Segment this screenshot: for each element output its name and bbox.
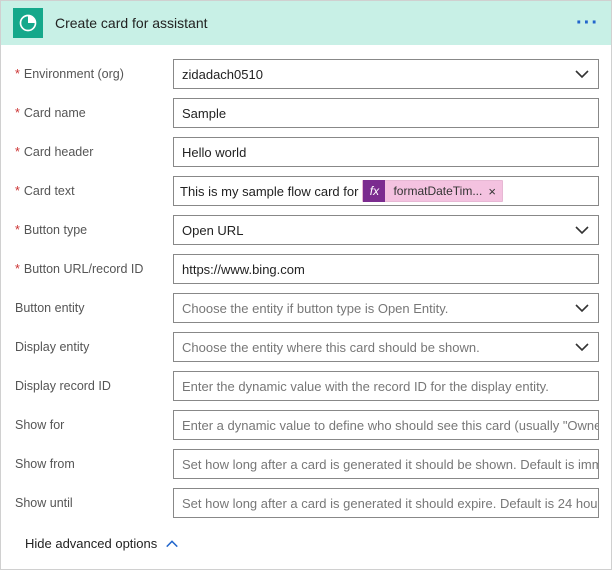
environment-select[interactable]: zidadach0510: [173, 59, 599, 89]
show-from-input[interactable]: Set how long after a card is generated i…: [173, 449, 599, 479]
advanced-options-row: Hide advanced options: [13, 536, 599, 551]
row-card-name: * Card name Sample: [13, 98, 599, 128]
show-until-input[interactable]: Set how long after a card is generated i…: [173, 488, 599, 518]
chevron-down-icon: [574, 66, 590, 82]
chevron-down-icon: [574, 300, 590, 316]
chevron-down-icon: [574, 222, 590, 238]
required-mark: *: [15, 67, 20, 81]
required-mark: *: [15, 145, 20, 159]
row-display-entity: Display entity Choose the entity where t…: [13, 332, 599, 362]
chevron-down-icon: [574, 339, 590, 355]
card-menu-button[interactable]: ···: [576, 19, 599, 27]
row-environment: * Environment (org) zidadach0510: [13, 59, 599, 89]
label-show-until: Show until: [13, 496, 173, 510]
connector-icon: [13, 8, 43, 38]
card-name-input[interactable]: Sample: [173, 98, 599, 128]
card-title: Create card for assistant: [55, 15, 576, 31]
row-card-text: * Card text This is my sample flow card …: [13, 176, 599, 206]
button-entity-select[interactable]: Choose the entity if button type is Open…: [173, 293, 599, 323]
hide-advanced-options-link[interactable]: Hide advanced options: [25, 536, 179, 551]
fx-icon: fx: [363, 180, 385, 202]
card-body: * Environment (org) zidadach0510 * Card …: [1, 45, 611, 569]
card-header-input[interactable]: Hello world: [173, 137, 599, 167]
token-remove-button[interactable]: ×: [488, 184, 496, 199]
label-show-from: Show from: [13, 457, 173, 471]
button-url-input[interactable]: https://www.bing.com: [173, 254, 599, 284]
row-button-type: * Button type Open URL: [13, 215, 599, 245]
row-show-until: Show until Set how long after a card is …: [13, 488, 599, 518]
required-mark: *: [15, 184, 20, 198]
label-card-text: * Card text: [13, 184, 173, 198]
row-show-for: Show for Enter a dynamic value to define…: [13, 410, 599, 440]
token-label: formatDateTim...: [393, 184, 482, 198]
card-text-value: This is my sample flow card for: [180, 184, 358, 199]
row-button-url: * Button URL/record ID https://www.bing.…: [13, 254, 599, 284]
label-show-for: Show for: [13, 418, 173, 432]
row-button-entity: Button entity Choose the entity if butto…: [13, 293, 599, 323]
card-header-bar: Create card for assistant ···: [1, 1, 611, 45]
card-text-input[interactable]: This is my sample flow card for fx forma…: [173, 176, 599, 206]
show-for-input[interactable]: Enter a dynamic value to define who shou…: [173, 410, 599, 440]
required-mark: *: [15, 106, 20, 120]
label-card-name: * Card name: [13, 106, 173, 120]
label-environment: * Environment (org): [13, 67, 173, 81]
advanced-options-label: Hide advanced options: [25, 536, 157, 551]
button-type-select[interactable]: Open URL: [173, 215, 599, 245]
row-display-record-id: Display record ID Enter the dynamic valu…: [13, 371, 599, 401]
expression-token[interactable]: fx formatDateTim... ×: [362, 180, 503, 202]
label-display-record-id: Display record ID: [13, 379, 173, 393]
required-mark: *: [15, 223, 20, 237]
label-button-entity: Button entity: [13, 301, 173, 315]
display-record-id-input[interactable]: Enter the dynamic value with the record …: [173, 371, 599, 401]
required-mark: *: [15, 262, 20, 276]
label-button-type: * Button type: [13, 223, 173, 237]
row-show-from: Show from Set how long after a card is g…: [13, 449, 599, 479]
label-card-header: * Card header: [13, 145, 173, 159]
row-card-header: * Card header Hello world: [13, 137, 599, 167]
chevron-up-icon: [165, 537, 179, 551]
label-display-entity: Display entity: [13, 340, 173, 354]
label-button-url: * Button URL/record ID: [13, 262, 173, 276]
action-card: Create card for assistant ··· * Environm…: [0, 0, 612, 570]
display-entity-select[interactable]: Choose the entity where this card should…: [173, 332, 599, 362]
